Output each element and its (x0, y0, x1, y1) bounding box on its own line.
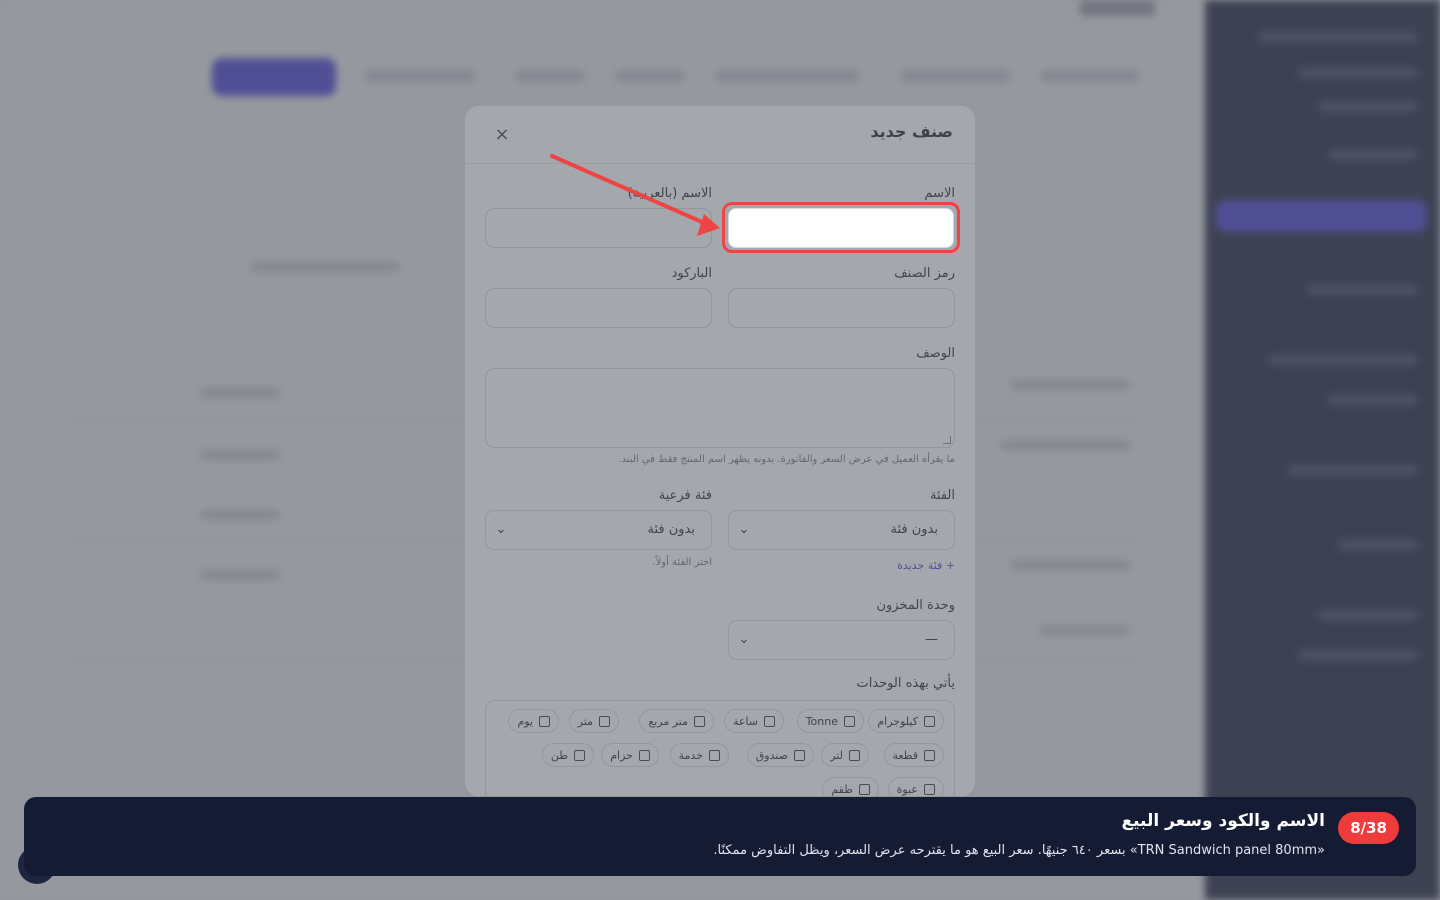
tour-description: «TRN Sandwich panel 80mm» بسعر ٦٤٠ جنيهً… (713, 843, 1325, 858)
checkbox-icon (844, 715, 855, 727)
chevron-down-icon: ⌄ (738, 522, 750, 537)
barcode-input[interactable] (485, 288, 712, 328)
unit-option[interactable]: كيلوجرام (868, 709, 944, 733)
checkbox-icon (794, 749, 805, 761)
unit-option[interactable]: Tonne (796, 709, 864, 733)
tour-banner: 8/38 الاسم والكود وسعر البيع «TRN Sandwi… (24, 797, 1416, 876)
units-label: يأتي بهذه الوحدات (856, 676, 955, 691)
checkbox-icon (599, 715, 610, 727)
unit-option[interactable]: يوم (508, 709, 559, 733)
category-label: الفئة (929, 488, 955, 503)
unit-label: طن (550, 748, 568, 762)
checkbox-icon (694, 715, 705, 727)
description-label: الوصف (916, 346, 955, 361)
unit-option[interactable]: لتر (821, 743, 869, 767)
checkbox-icon (924, 749, 935, 761)
modal-title: صنف جديد (870, 122, 953, 141)
unit-label: خدمة (678, 748, 703, 762)
unit-label: طقم (831, 782, 853, 796)
unit-label: يوم (517, 714, 533, 728)
unit-option[interactable]: قطعة (883, 743, 944, 767)
description-textarea[interactable] (485, 368, 955, 448)
units-checkbox-group: كيلوجرام Tonne ساعة متر مربع متر يوم قطع… (485, 700, 955, 796)
subcategory-hint: اختر الفئة أولاً. (652, 557, 712, 568)
unit-label: لتر (830, 748, 843, 762)
chevron-down-icon: ⌄ (738, 632, 750, 647)
category-select[interactable]: بدون فئة ⌄ (728, 510, 955, 550)
checkbox-icon (849, 749, 860, 761)
unit-option[interactable]: خدمة (669, 743, 729, 767)
barcode-label: الباركود (671, 266, 712, 281)
unit-label: صندوق (755, 748, 788, 762)
unit-label: كيلوجرام (877, 714, 918, 728)
name-ar-input[interactable] (485, 208, 712, 248)
unit-label: عبوة (896, 782, 918, 796)
unit-option[interactable]: عبوة (887, 777, 944, 796)
name-ar-label: الاسم (بالعربية) (627, 186, 712, 201)
chevron-down-icon: ⌄ (495, 522, 507, 537)
description-hint: ما يقرأه العميل في عرض السعر والفاتورة. … (618, 454, 955, 465)
checkbox-icon (574, 749, 585, 761)
unit-option[interactable]: ساعة (723, 709, 784, 733)
unit-label: متر (577, 714, 593, 728)
checkbox-icon (859, 783, 870, 795)
unit-option[interactable]: حزام (601, 743, 659, 767)
unit-option[interactable]: طقم (822, 777, 879, 796)
category-value: بدون فئة (890, 522, 938, 537)
checkbox-icon (924, 783, 935, 795)
unit-option[interactable]: طن (541, 743, 594, 767)
subcategory-value: بدون فئة (647, 522, 695, 537)
unit-label: متر مربع (648, 714, 688, 728)
step-badge: 8/38 (1338, 812, 1399, 844)
unit-option[interactable]: صندوق (746, 743, 814, 767)
checkbox-icon (539, 715, 550, 727)
name-label: الاسم (924, 186, 955, 201)
close-button[interactable]: × (491, 124, 513, 146)
unit-label: حزام (610, 748, 633, 762)
new-category-link[interactable]: + فئة جديدة (897, 559, 955, 572)
unit-label: Tonne (805, 714, 838, 728)
stock-unit-value: — (925, 632, 938, 647)
stock-unit-select[interactable]: — ⌄ (728, 620, 955, 660)
subcategory-label: فئة فرعية (658, 488, 712, 503)
unit-option[interactable]: متر (568, 709, 619, 733)
unit-label: قطعة (892, 748, 919, 762)
tour-title: الاسم والكود وسعر البيع (1121, 811, 1326, 831)
unit-option[interactable]: متر مربع (639, 709, 714, 733)
checkbox-icon (924, 715, 935, 727)
sku-input[interactable] (728, 288, 955, 328)
modal-header: صنف جديد × (465, 106, 975, 164)
checkbox-icon (639, 749, 650, 761)
stock-unit-label: وحدة المخزون (876, 598, 955, 613)
name-input[interactable] (728, 208, 954, 248)
subcategory-select[interactable]: بدون فئة ⌄ (485, 510, 712, 550)
checkbox-icon (709, 749, 720, 761)
checkbox-icon (764, 715, 775, 727)
resize-grip-icon[interactable] (943, 436, 951, 444)
sku-label: رمز الصنف (894, 266, 955, 281)
unit-label: ساعة (732, 714, 758, 728)
